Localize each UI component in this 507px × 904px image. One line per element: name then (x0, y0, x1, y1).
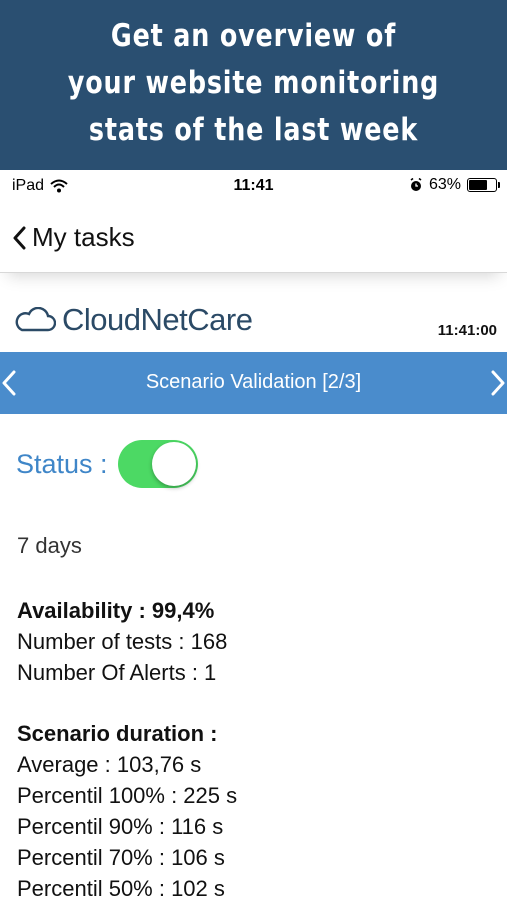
back-button-label: My tasks (32, 222, 135, 252)
percentile-50-stat: Percentil 50% : 102 s (17, 876, 225, 901)
header-clock: 11:41:00 (437, 322, 497, 339)
back-button[interactable]: My tasks (12, 222, 135, 253)
alerts-count-stat: Number Of Alerts : 1 (17, 660, 217, 685)
status-toggle[interactable] (117, 440, 198, 488)
promo-line-3: stats of the last week (88, 112, 419, 148)
alarm-icon (410, 178, 422, 191)
status-label: Status : (16, 448, 108, 479)
stats-panel: 7 days Availability : 99,4% Number of te… (17, 530, 237, 904)
period-label: 7 days (17, 533, 82, 558)
battery-percent: 63% (428, 176, 461, 193)
status-row: Status : (16, 440, 198, 488)
navigation-bar: My tasks (0, 202, 507, 273)
promo-banner: Get an overview of your website monitori… (0, 0, 507, 170)
battery-fill (469, 180, 487, 190)
scenario-duration-header: Scenario duration : (17, 721, 218, 746)
percentile-70-stat: Percentil 70% : 106 s (17, 845, 225, 870)
toggle-knob (151, 442, 196, 486)
promo-line-1: Get an overview of (110, 18, 397, 54)
promo-line-2: your website monitoring (67, 65, 440, 101)
chevron-left-icon (13, 226, 26, 249)
cloud-icon (15, 307, 56, 332)
status-bar: iPad 11:41 63% (0, 170, 507, 202)
availability-stat: Availability : 99,4% (17, 598, 215, 623)
scenario-title: Scenario Validation [2/3] (145, 371, 362, 393)
average-duration-stat: Average : 103,76 s (17, 752, 202, 777)
percentile-90-stat: Percentil 90% : 116 s (17, 814, 224, 839)
logo: CloudNetCare (14, 302, 253, 338)
brand-header: CloudNetCare 11:41:00 (0, 290, 507, 350)
brand-name: CloudNetCare (62, 302, 253, 337)
next-scenario-arrow-icon[interactable] (487, 368, 507, 398)
scenario-navigation-bar: Scenario Validation [2/3] (0, 352, 507, 414)
tests-count-stat: Number of tests : 168 (17, 629, 228, 654)
battery-icon (467, 178, 500, 192)
percentile-100-stat: Percentil 100% : 225 s (17, 783, 238, 808)
